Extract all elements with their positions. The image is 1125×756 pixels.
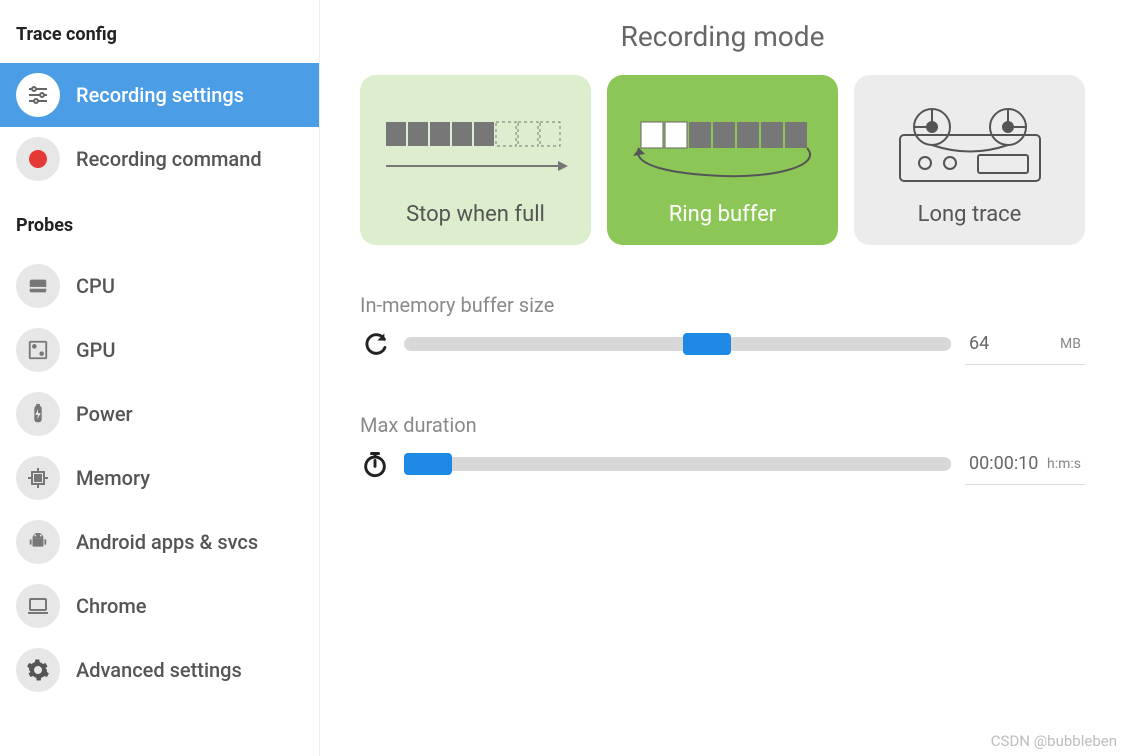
record-icon <box>16 137 60 181</box>
sidebar: Trace config Recording settings Recordin… <box>0 0 320 756</box>
max-duration-value-box[interactable]: 00:00:10 h:m:s <box>965 443 1085 485</box>
long-trace-illustration <box>864 93 1075 202</box>
stop-when-full-illustration <box>370 93 581 202</box>
power-icon <box>16 392 60 436</box>
sidebar-item-recording-settings[interactable]: Recording settings <box>0 63 319 127</box>
sidebar-item-label: CPU <box>76 274 115 298</box>
gear-icon <box>16 648 60 692</box>
mode-card-label: Stop when full <box>406 202 545 227</box>
watermark: CSDN @bubbleben <box>991 732 1117 750</box>
sidebar-item-recording-command[interactable]: Recording command <box>0 127 319 191</box>
sidebar-item-label: Chrome <box>76 594 146 618</box>
stopwatch-icon <box>360 449 390 479</box>
mode-card-label: Ring buffer <box>669 202 777 227</box>
android-icon <box>16 520 60 564</box>
memory-icon <box>16 456 60 500</box>
sidebar-item-chrome[interactable]: Chrome <box>0 574 319 638</box>
sidebar-section-trace-config: Trace config <box>0 0 319 63</box>
sidebar-item-gpu[interactable]: GPU <box>0 318 319 382</box>
sidebar-item-label: Android apps & svcs <box>76 530 258 554</box>
sliders-icon <box>16 73 60 117</box>
buffer-size-unit: MB <box>1060 336 1081 352</box>
max-duration-value: 00:00:10 <box>969 453 1038 474</box>
sidebar-item-memory[interactable]: Memory <box>0 446 319 510</box>
buffer-size-label: In-memory buffer size <box>360 293 1085 317</box>
mode-cards: Stop when full Ring buffer <box>360 75 1085 245</box>
sidebar-item-label: Recording settings <box>76 83 244 107</box>
mode-card-long-trace[interactable]: Long trace <box>854 75 1085 245</box>
sidebar-item-label: GPU <box>76 338 115 362</box>
page-title: Recording mode <box>360 20 1085 53</box>
mode-card-ring-buffer[interactable]: Ring buffer <box>607 75 838 245</box>
buffer-size-value-box[interactable]: 64 MB <box>965 323 1085 365</box>
sidebar-item-label: Memory <box>76 466 150 490</box>
buffer-size-slider[interactable] <box>404 337 951 351</box>
sidebar-item-power[interactable]: Power <box>0 382 319 446</box>
max-duration-section: Max duration 00:00:10 h:m:s <box>360 413 1085 485</box>
ring-buffer-illustration <box>617 93 828 202</box>
buffer-size-value: 64 <box>969 333 989 354</box>
max-duration-unit: h:m:s <box>1047 456 1081 472</box>
sidebar-item-cpu[interactable]: CPU <box>0 254 319 318</box>
sidebar-item-android[interactable]: Android apps & svcs <box>0 510 319 574</box>
max-duration-label: Max duration <box>360 413 1085 437</box>
sidebar-item-advanced[interactable]: Advanced settings <box>0 638 319 702</box>
cpu-icon <box>16 264 60 308</box>
buffer-size-thumb[interactable] <box>683 333 731 355</box>
max-duration-thumb[interactable] <box>404 453 452 475</box>
mode-card-stop-when-full[interactable]: Stop when full <box>360 75 591 245</box>
max-duration-slider[interactable] <box>404 457 951 471</box>
mode-card-label: Long trace <box>918 202 1022 227</box>
main-panel: Recording mode Stop w <box>320 0 1125 756</box>
sidebar-item-label: Recording command <box>76 147 262 171</box>
sidebar-item-label: Advanced settings <box>76 658 242 682</box>
loop-icon <box>360 329 390 359</box>
laptop-icon <box>16 584 60 628</box>
sidebar-item-label: Power <box>76 402 133 426</box>
gpu-icon <box>16 328 60 372</box>
sidebar-section-probes: Probes <box>0 191 319 254</box>
buffer-size-section: In-memory buffer size 64 MB <box>360 293 1085 365</box>
